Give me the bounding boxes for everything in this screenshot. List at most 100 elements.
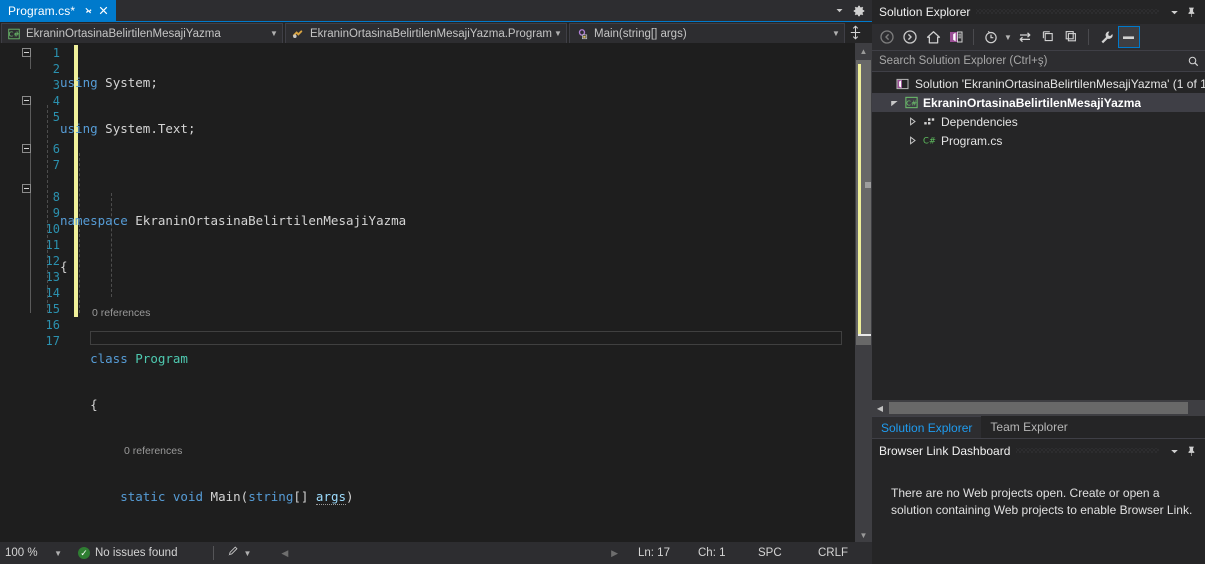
split-editor-icon[interactable] (846, 22, 864, 43)
pin-icon[interactable] (81, 2, 96, 19)
tree-item-program-cs[interactable]: C# Program.cs (872, 131, 1205, 150)
navbar-member-dropdown[interactable]: Main(string[] args) ▼ (569, 23, 845, 44)
feedback-button[interactable]: ▼ (226, 545, 251, 561)
chevron-down-icon[interactable]: ▼ (830, 29, 842, 38)
scrollbar-thumb[interactable] (856, 60, 871, 345)
indentation-indicator[interactable]: SPC (758, 547, 800, 559)
zoom-level-label: 100 % (5, 547, 38, 559)
browser-link-dashboard-panel: Browser Link Dashboard There are no Web … (872, 438, 1205, 564)
line-number: 13 (45, 270, 60, 284)
solution-explorer-header: Solution Explorer (872, 0, 1205, 24)
editor-vertical-scrollbar[interactable]: ▲ ▼ (855, 43, 872, 544)
current-line-highlight (90, 331, 842, 345)
scrollbar-track[interactable] (855, 60, 872, 527)
outlining-guide (30, 57, 31, 69)
drag-handle[interactable] (1016, 439, 1159, 463)
outlining-collapse-line-8[interactable] (22, 184, 31, 193)
chevron-down-icon[interactable] (1165, 442, 1183, 460)
outlining-guide (30, 105, 31, 144)
scrollbar-annotation-mark (865, 182, 871, 188)
browser-link-header: Browser Link Dashboard (872, 439, 1205, 463)
codelens-spacer (17, 125, 60, 141)
wrench-icon[interactable] (1095, 26, 1117, 48)
outlining-collapse-line-6[interactable] (22, 144, 31, 153)
chevron-down-icon[interactable]: ▼ (1003, 33, 1013, 42)
tree-item-project[interactable]: C# EkraninOrtasinaBelirtilenMesajiYazma (872, 93, 1205, 112)
tab-program-cs[interactable]: Program.cs* (0, 0, 117, 21)
chevron-down-icon[interactable]: ▼ (54, 549, 62, 558)
tree-item-label: Program.cs (941, 133, 1003, 148)
navbar-type-label: EkraninOrtasinaBelirtilenMesajiYazma.Pro… (310, 27, 552, 40)
zoom-level-dropdown[interactable]: 100 % ▼ (0, 547, 68, 559)
pin-icon[interactable] (1183, 442, 1201, 460)
line-number: 15 (45, 302, 60, 316)
line-number: 10 (45, 222, 60, 236)
sync-arrows-icon[interactable] (1014, 26, 1036, 48)
navbar-type-dropdown[interactable]: EkraninOrtasinaBelirtilenMesajiYazma.Pro… (285, 23, 567, 44)
code-editor-surface[interactable]: 1 2 3 4 5 6 7 8 9 10 11 12 13 14 15 16 1… (0, 43, 872, 550)
arrow-left-circle-icon[interactable] (876, 26, 898, 48)
code-text[interactable]: using System; using System.Text; namespa… (60, 45, 844, 550)
solution-explorer-horizontal-scrollbar[interactable]: ◀ (872, 400, 1205, 416)
arrow-right-circle-icon[interactable] (899, 26, 921, 48)
tab-solution-explorer[interactable]: Solution Explorer (872, 416, 982, 438)
search-icon[interactable] (1185, 55, 1201, 68)
line-number: 14 (45, 286, 60, 300)
scroll-right-icon[interactable]: ▶ (611, 548, 618, 559)
codelens-references[interactable]: 0 references (60, 443, 844, 459)
outlining-collapse-line-4[interactable] (22, 96, 31, 105)
tree-item-solution[interactable]: Solution 'EkraninOrtasinaBelirtilenMesaj… (872, 74, 1205, 93)
tree-item-dependencies[interactable]: Dependencies (872, 112, 1205, 131)
twisty-collapsed-icon[interactable] (904, 136, 920, 145)
line-ending-indicator[interactable]: CRLF (818, 547, 860, 559)
tree-item-label: Solution 'EkraninOrtasinaBelirtilenMesaj… (915, 76, 1205, 91)
dependencies-icon (920, 114, 938, 129)
scroll-left-icon[interactable]: ◀ (872, 400, 888, 416)
gear-icon[interactable] (850, 2, 868, 20)
close-icon[interactable] (96, 2, 111, 19)
scrollbar-caret-mark (858, 334, 871, 336)
line-number: 3 (52, 78, 60, 92)
solution-tree[interactable]: Solution 'EkraninOrtasinaBelirtilenMesaj… (872, 74, 1205, 400)
pin-icon[interactable] (1183, 3, 1201, 21)
chevron-down-icon[interactable]: ▼ (268, 29, 280, 38)
csharp-file-icon: C# (920, 133, 938, 148)
navbar-project-dropdown[interactable]: C# EkraninOrtasinaBelirtilenMesajiYazma … (1, 23, 283, 44)
indent-guide (47, 105, 48, 313)
scroll-left-icon[interactable]: ◀ (281, 548, 288, 559)
tab-team-explorer[interactable]: Team Explorer (981, 416, 1076, 438)
home-icon[interactable] (922, 26, 944, 48)
tab-label: Team Explorer (990, 420, 1068, 434)
indicator-margin[interactable] (0, 43, 17, 544)
svg-text:C#: C# (906, 99, 917, 108)
line-number-gutter: 1 2 3 4 5 6 7 8 9 10 11 12 13 14 15 16 1… (17, 43, 60, 544)
preview-pane-icon[interactable] (1118, 26, 1140, 48)
search-solution-explorer[interactable] (872, 50, 1205, 72)
solution-icon (894, 76, 912, 92)
clock-icon[interactable] (980, 26, 1002, 48)
editor-tabstrip: Program.cs* (0, 0, 872, 21)
chevron-down-icon[interactable]: ▼ (552, 29, 564, 38)
issues-status[interactable]: ✓ No issues found (78, 547, 177, 559)
twisty-collapsed-icon[interactable] (904, 117, 920, 126)
chevron-down-icon[interactable] (830, 2, 848, 20)
line-number: 12 (45, 254, 60, 268)
outlining-guide (30, 193, 31, 313)
refresh-copy-icon[interactable] (1037, 26, 1059, 48)
solution-explorer-toolbar: ▼ (872, 24, 1205, 50)
solution-views-icon[interactable] (945, 26, 967, 48)
code-line: class Program (90, 351, 188, 366)
toolbar-divider (973, 29, 974, 45)
twisty-expanded-icon[interactable] (886, 98, 902, 107)
search-input[interactable] (879, 55, 1185, 67)
scrollbar-thumb[interactable] (889, 402, 1188, 414)
feedback-pen-icon (226, 545, 239, 561)
chevron-down-icon[interactable] (1165, 3, 1183, 21)
scrollbar-change-marks (858, 64, 861, 336)
codelens-references[interactable]: 0 references (60, 305, 844, 321)
scroll-up-icon[interactable]: ▲ (855, 43, 872, 60)
outlining-collapse-line-1[interactable] (22, 48, 31, 57)
drag-handle[interactable] (976, 0, 1159, 24)
chevron-down-icon[interactable]: ▼ (243, 549, 251, 558)
collapse-all-icon[interactable] (1060, 26, 1082, 48)
